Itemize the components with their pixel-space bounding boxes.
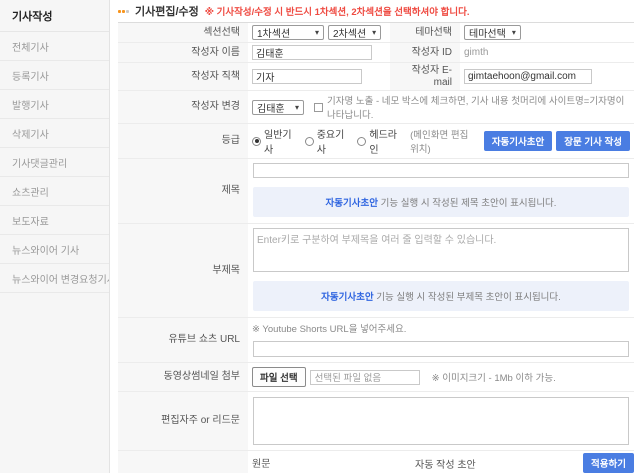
lead-label: 편집자주 or 리드문 xyxy=(118,392,248,450)
auto-draft-label: 자동 작성 초안 xyxy=(415,456,476,471)
author-name-row: 작성자 이름 작성자 ID gimth xyxy=(118,43,634,63)
author-id-value: gimth xyxy=(464,47,488,58)
author-title-input[interactable] xyxy=(252,69,362,84)
author-id-label: 작성자 ID xyxy=(390,43,460,62)
author-change-label: 작성자 변경 xyxy=(118,91,248,123)
author-change-select[interactable]: 김태훈▾ xyxy=(252,100,304,115)
grade-option-important[interactable]: 중요기사 xyxy=(305,126,346,156)
thumbnail-label: 동영상썸네일 첨부 xyxy=(118,363,248,391)
article-form: 섹션선택 1차섹션▾ 2차섹션▾ 테마선택 테마선택▾ xyxy=(118,22,634,473)
author-change-row: 작성자 변경 김태훈▾ 기자명 노출 - 네모 박스에 체크하면, 기사 내용 … xyxy=(118,91,634,124)
title-label: 제목 xyxy=(118,159,248,223)
subtitle-row: 부제목 자동기사초안 기능 실행 시 작성된 부제목 초안이 표시됩니다. xyxy=(118,224,634,318)
editor-section: 원문 ⤢ B I U x₂ x² A▾ Tl▾ xyxy=(118,451,634,473)
title-hint: 자동기사초안 기능 실행 시 작성된 제목 초안이 표시됩니다. xyxy=(253,187,629,217)
lead-textarea[interactable] xyxy=(253,397,629,445)
grade-option-normal[interactable]: 일반기사 xyxy=(252,126,293,156)
sidebar: 기사작성 전체기사 등록기사 발행기사 삭제기사 기사댓글관리 쇼츠관리 보도자… xyxy=(0,0,110,473)
section-select-label: 섹션선택 xyxy=(118,23,248,42)
source-label: 원문 xyxy=(252,453,409,473)
author-title-row: 작성자 직책 작성자 E-mail xyxy=(118,63,634,91)
reporter-name-visible-checkbox[interactable] xyxy=(314,103,323,112)
sidebar-item-press-releases[interactable]: 보도자료 xyxy=(0,206,109,235)
section-marker-icon xyxy=(118,10,129,13)
author-email-input[interactable] xyxy=(464,69,592,84)
source-editor: 원문 ⤢ B I U x₂ x² A▾ Tl▾ xyxy=(252,453,409,473)
sidebar-item-registered-articles[interactable]: 등록기사 xyxy=(0,61,109,90)
article-edit-page: 기사작성 전체기사 등록기사 발행기사 삭제기사 기사댓글관리 쇼츠관리 보도자… xyxy=(0,0,640,473)
sidebar-item-deleted-articles[interactable]: 삭제기사 xyxy=(0,119,109,148)
author-name-label: 작성자 이름 xyxy=(118,43,248,62)
subtitle-textarea[interactable] xyxy=(253,228,629,272)
author-title-label: 작성자 직책 xyxy=(118,63,248,90)
sidebar-item-newswire-articles[interactable]: 뉴스와이어 기사 xyxy=(0,235,109,264)
reporter-name-note: 기자명 노출 - 네모 박스에 체크하면, 기사 내용 첫머리에 사이트명=기자… xyxy=(327,93,630,121)
sidebar-item-published-articles[interactable]: 발행기사 xyxy=(0,90,109,119)
file-select-button[interactable]: 파일 선택 xyxy=(252,367,306,387)
author-name-input[interactable] xyxy=(252,45,372,60)
grade-note: (메인화면 편집위치) xyxy=(410,127,476,155)
file-status: 선택된 파일 없음 xyxy=(310,370,420,385)
youtube-shorts-input[interactable] xyxy=(253,341,629,357)
apply-draft-button[interactable]: 적용하기 xyxy=(583,453,634,473)
youtube-shorts-row: 유튜브 쇼츠 URL ※ Youtube Shorts URL을 넣어주세요. xyxy=(118,318,634,363)
title-row: 제목 자동기사초안 기능 실행 시 작성된 제목 초안이 표시됩니다. xyxy=(118,159,634,224)
author-email-label: 작성자 E-mail xyxy=(390,63,460,90)
long-article-button[interactable]: 장문 기사 작성 xyxy=(556,131,630,151)
page-title: 기사편집/수정 xyxy=(135,3,199,19)
sidebar-item-all-articles[interactable]: 전체기사 xyxy=(0,32,109,61)
editor-label-cell xyxy=(118,451,248,473)
required-section-notice: ※ 기사작성/수정 시 반드시 1차섹션, 2차섹션을 선택하셔야 합니다. xyxy=(205,4,470,18)
theme-select[interactable]: 테마선택▾ xyxy=(464,25,521,40)
sidebar-item-shorts-management[interactable]: 쇼츠관리 xyxy=(0,177,109,206)
primary-section-select[interactable]: 1차섹션▾ xyxy=(252,25,324,40)
chevron-down-icon: ▾ xyxy=(372,28,376,37)
chevron-down-icon: ▾ xyxy=(512,28,516,37)
subtitle-label: 부제목 xyxy=(118,224,248,317)
sidebar-item-newswire-change-requests[interactable]: 뉴스와이어 변경요청기사 xyxy=(0,264,109,293)
thumbnail-note: ※ 이미지크기 - 1Mb 이하 가능. xyxy=(432,370,556,384)
radio-icon[interactable] xyxy=(305,137,314,146)
theme-select-label: 테마선택 xyxy=(390,23,460,42)
radio-icon[interactable] xyxy=(357,137,366,146)
youtube-shorts-note: ※ Youtube Shorts URL을 넣어주세요. xyxy=(252,321,630,335)
section-select-row: 섹션선택 1차섹션▾ 2차섹션▾ 테마선택 테마선택▾ xyxy=(118,23,634,43)
secondary-section-select[interactable]: 2차섹션▾ xyxy=(328,25,381,40)
chevron-down-icon: ▾ xyxy=(315,28,319,37)
thumbnail-row: 동영상썸네일 첨부 파일 선택 선택된 파일 없음 ※ 이미지크기 - 1Mb … xyxy=(118,363,634,392)
sidebar-item-write-article[interactable]: 기사작성 xyxy=(0,0,109,32)
radio-checked-icon[interactable] xyxy=(252,137,261,146)
sidebar-item-comment-management[interactable]: 기사댓글관리 xyxy=(0,148,109,177)
youtube-shorts-label: 유튜브 쇼츠 URL xyxy=(118,318,248,362)
page-header: 기사편집/수정 ※ 기사작성/수정 시 반드시 1차섹션, 2차섹션을 선택하셔… xyxy=(118,0,634,22)
grade-row: 등급 일반기사 중요기사 헤드라인 (메인화면 편집위치) xyxy=(118,124,634,159)
chevron-down-icon: ▾ xyxy=(295,103,299,112)
subtitle-hint: 자동기사초안 기능 실행 시 작성된 부제목 초안이 표시됩니다. xyxy=(253,281,629,311)
auto-draft-button[interactable]: 자동기사초안 xyxy=(484,131,552,151)
title-input[interactable] xyxy=(253,163,629,178)
grade-option-headline[interactable]: 헤드라인 xyxy=(357,126,398,156)
auto-draft-panel: 자동 작성 초안 적용하기 자동기사초안 기능 실행 시 작성된 기사 초안이 … xyxy=(415,453,634,473)
main-content: 기사편집/수정 ※ 기사작성/수정 시 반드시 1차섹션, 2차섹션을 선택하셔… xyxy=(110,0,640,473)
lead-row: 편집자주 or 리드문 xyxy=(118,392,634,451)
grade-label: 등급 xyxy=(118,124,248,158)
